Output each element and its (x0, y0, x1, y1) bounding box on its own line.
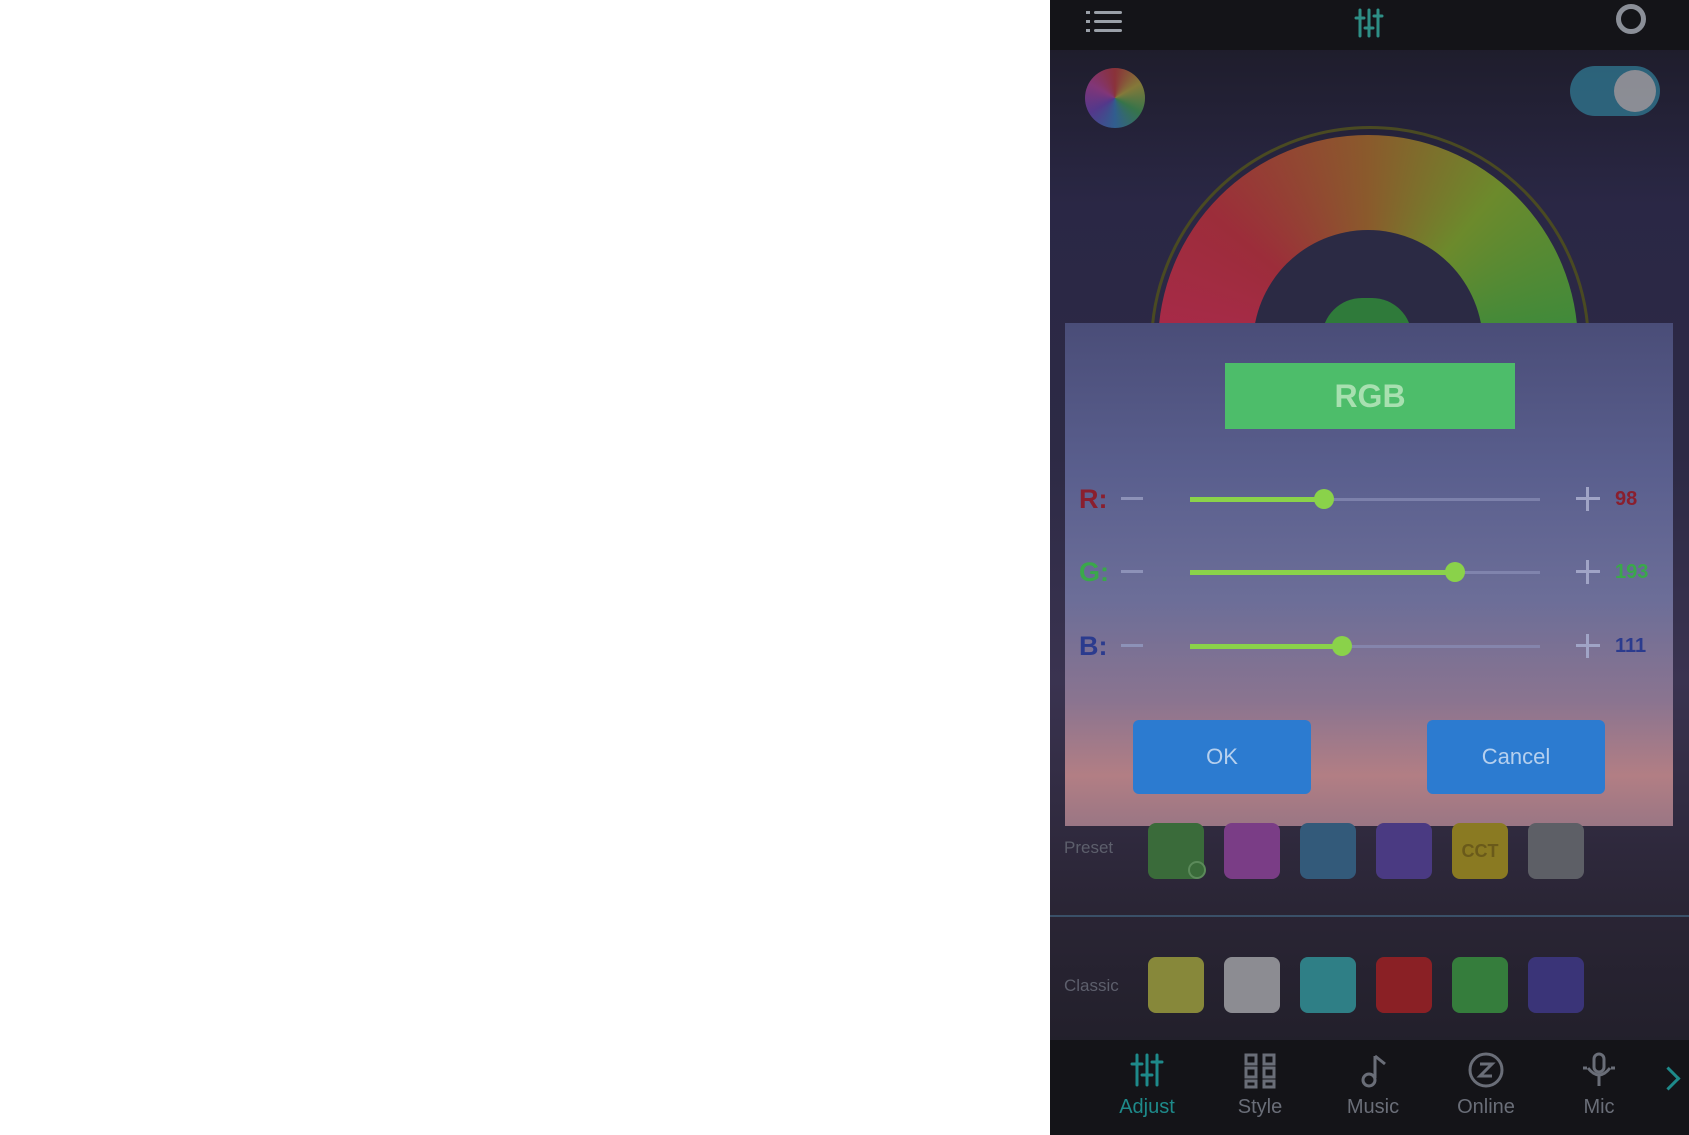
r-slider-fill (1190, 497, 1324, 502)
classic-swatch[interactable] (1224, 957, 1280, 1013)
g-slider-thumb[interactable] (1445, 562, 1465, 582)
section-divider (1050, 915, 1689, 917)
top-bar (1050, 0, 1689, 50)
ok-button[interactable]: OK (1133, 720, 1311, 794)
rgb-row-g: G: 193 (1065, 552, 1673, 592)
grid-icon (1240, 1050, 1280, 1090)
preset-swatch[interactable] (1224, 823, 1280, 879)
phone-screen: RGB R: 98 G: 193 B: 111 OK Cancel Preset… (1050, 0, 1689, 1135)
tab-adjust[interactable]: Adjust (1102, 1050, 1192, 1130)
rgb-row-r: R: 98 (1065, 479, 1673, 519)
r-label: R: (1079, 484, 1108, 514)
classic-swatch[interactable] (1452, 957, 1508, 1013)
rgb-row-b: B: 111 (1065, 626, 1673, 666)
g-decrease-button[interactable] (1121, 570, 1143, 573)
dialog-title: RGB (1225, 363, 1515, 429)
toggle-knob (1614, 70, 1656, 112)
r-slider-thumb[interactable] (1314, 489, 1334, 509)
selected-check-icon (1188, 861, 1206, 879)
preset-swatch[interactable] (1528, 823, 1584, 879)
b-slider-fill (1190, 644, 1342, 649)
classic-swatch[interactable] (1300, 957, 1356, 1013)
cancel-button[interactable]: Cancel (1427, 720, 1605, 794)
microphone-icon (1579, 1050, 1619, 1090)
classic-label: Classic (1064, 976, 1119, 995)
color-mode-icon[interactable] (1085, 68, 1145, 128)
tab-label: Adjust (1119, 1096, 1175, 1118)
preset-swatch[interactable] (1148, 823, 1206, 879)
preset-swatch[interactable] (1376, 823, 1432, 879)
tab-label: Music (1346, 1096, 1400, 1118)
g-slider-fill (1190, 570, 1455, 575)
menu-icon[interactable] (1086, 6, 1122, 34)
tab-label: Online (1457, 1096, 1515, 1118)
tab-label: Mic (1583, 1096, 1615, 1118)
g-increase-button[interactable] (1576, 560, 1600, 584)
online-icon (1466, 1050, 1506, 1090)
g-label: G: (1079, 557, 1109, 587)
classic-swatch[interactable] (1376, 957, 1432, 1013)
tab-style[interactable]: Style (1215, 1050, 1305, 1130)
gear-icon[interactable] (1616, 4, 1646, 34)
sliders-icon[interactable] (1352, 6, 1386, 40)
b-decrease-button[interactable] (1121, 644, 1143, 647)
r-value: 98 (1615, 488, 1638, 510)
g-value: 193 (1615, 561, 1649, 583)
sliders-icon (1127, 1050, 1167, 1090)
music-note-icon (1353, 1050, 1393, 1090)
tab-online[interactable]: Online (1441, 1050, 1531, 1130)
b-value: 111 (1615, 635, 1647, 657)
cct-label: CCT (1461, 840, 1499, 861)
preset-swatch-cct[interactable]: CCT (1452, 823, 1508, 879)
preset-label: Preset (1064, 838, 1114, 857)
tab-music[interactable]: Music (1328, 1050, 1418, 1130)
b-increase-button[interactable] (1576, 634, 1600, 658)
bottom-tab-bar: Adjust Style Music Online Mic (1050, 1040, 1689, 1135)
r-decrease-button[interactable] (1121, 497, 1143, 500)
tab-mic[interactable]: Mic (1554, 1050, 1644, 1130)
b-slider-thumb[interactable] (1332, 636, 1352, 656)
b-label: B: (1079, 631, 1108, 661)
power-toggle[interactable] (1570, 66, 1660, 116)
classic-swatch[interactable] (1528, 957, 1584, 1013)
classic-swatch[interactable] (1148, 957, 1204, 1013)
rgb-dialog: RGB R: 98 G: 193 B: 111 OK Cancel (1065, 323, 1673, 826)
preset-swatch[interactable] (1300, 823, 1356, 879)
r-increase-button[interactable] (1576, 487, 1600, 511)
tab-label: Style (1237, 1096, 1283, 1118)
